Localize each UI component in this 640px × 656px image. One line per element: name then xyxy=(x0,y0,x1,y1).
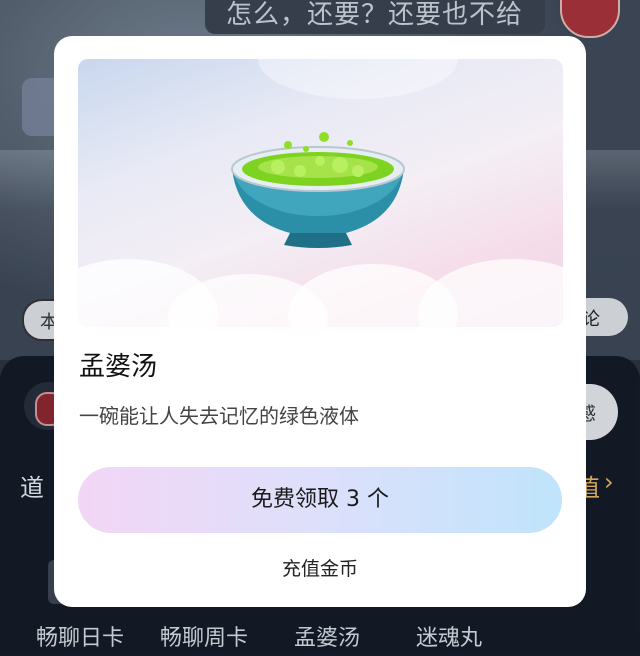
item-description: 一碗能让人失去记忆的绿色液体 xyxy=(79,404,359,428)
item-hero-image xyxy=(78,59,563,327)
free-claim-button[interactable]: 免费领取 3 个 xyxy=(78,467,562,533)
green-soup-bowl-icon xyxy=(231,132,405,248)
item-name: 孟婆汤 xyxy=(79,352,158,382)
item-detail-modal: 孟婆汤 一碗能让人失去记忆的绿色液体 免费领取 3 个 充值金币 xyxy=(54,36,586,607)
free-claim-button-label: 免费领取 3 个 xyxy=(251,487,389,512)
recharge-coins-link[interactable]: 充值金币 xyxy=(54,554,586,581)
